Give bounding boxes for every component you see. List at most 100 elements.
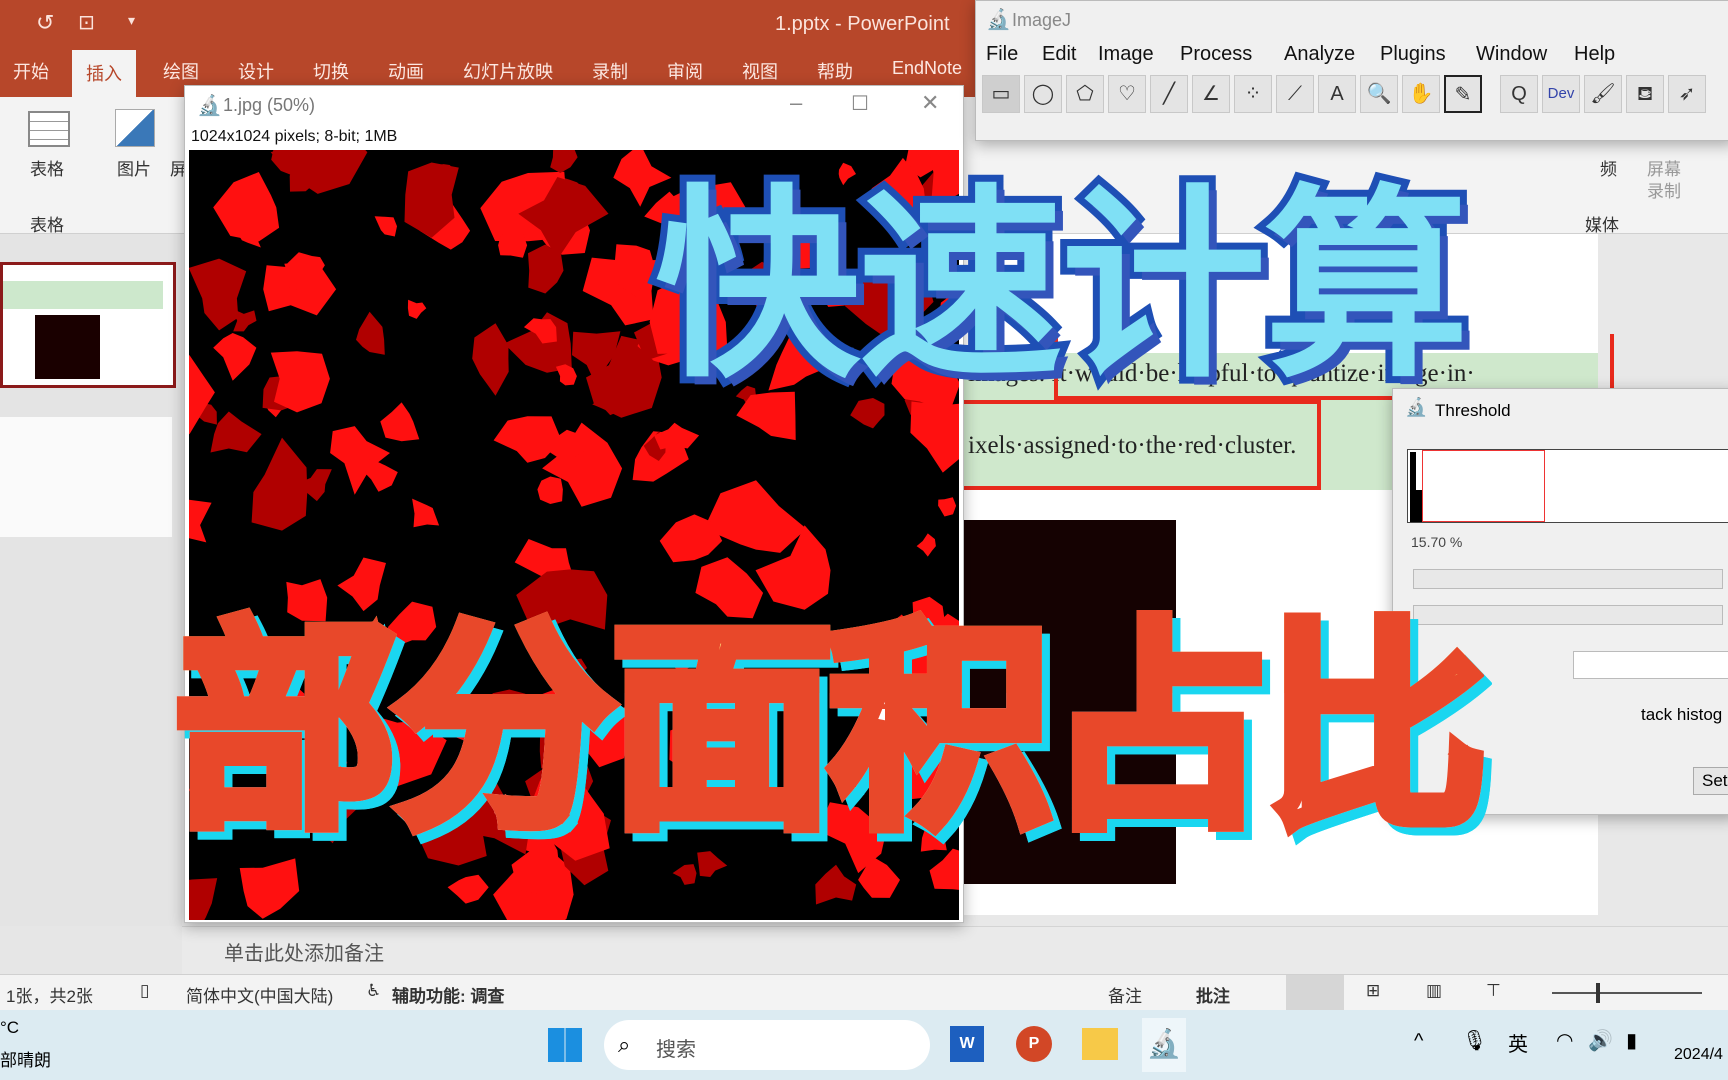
search-box[interactable]: ⌕ 搜索 — [604, 1020, 930, 1070]
slide-counter: 1张，共2张 — [6, 987, 93, 1006]
menu-image[interactable]: Image — [1098, 43, 1154, 66]
language-indicator[interactable]: 简体中文(中国大陆) — [186, 982, 333, 1007]
accessibility-status[interactable]: 辅助功能: 调查 — [392, 982, 504, 1007]
overlay-title-2: 部分面积占比 — [169, 548, 1493, 870]
tab-slideshow[interactable]: 幻灯片放映 — [463, 58, 553, 84]
freehand-tool-icon[interactable]: ♡ — [1108, 75, 1146, 113]
tab-record[interactable]: 录制 — [592, 58, 628, 84]
tab-design[interactable]: 设计 — [238, 58, 274, 84]
polygon-tool-icon[interactable]: ⬠ — [1066, 75, 1104, 113]
tab-home[interactable]: 开始 — [13, 58, 49, 84]
video-button-partial[interactable]: 频 — [1600, 155, 1617, 180]
tab-view[interactable]: 视图 — [742, 58, 778, 84]
zoom-tool-icon[interactable]: Q — [1500, 75, 1538, 113]
imagej-taskbar-icon[interactable]: 🔬 — [1142, 1018, 1186, 1072]
slide-thumbnail-2[interactable] — [0, 417, 172, 537]
brush-tool-icon[interactable]: 🖌 — [1584, 75, 1622, 113]
wifi-icon[interactable]: ◠ — [1556, 1028, 1573, 1053]
threshold-histogram — [1407, 449, 1728, 523]
imagej-title: ImageJ — [1012, 10, 1072, 30]
volume-icon[interactable]: 🔊 — [1588, 1028, 1613, 1053]
pencil-tool-icon[interactable]: ➶ — [1668, 75, 1706, 113]
flood-fill-tool-icon[interactable]: ⛾ — [1626, 75, 1664, 113]
minimize-button[interactable]: – — [790, 90, 802, 116]
dropper-tool-icon[interactable]: ✎ — [1444, 75, 1482, 113]
dev-tool-icon[interactable]: Dev — [1542, 75, 1580, 113]
show-hidden-icons[interactable]: ^ — [1414, 1030, 1423, 1053]
file-explorer-icon[interactable] — [1082, 1028, 1118, 1060]
menu-window[interactable]: Window — [1476, 43, 1547, 66]
line-tool-icon[interactable]: ╱ — [1150, 75, 1188, 113]
zoom-slider-thumb[interactable] — [1596, 983, 1600, 1003]
imagej-menubar: File Edit Image Process Analyze Plugins … — [976, 37, 1728, 71]
magnifier-tool-icon[interactable]: 🔍 — [1360, 75, 1398, 113]
tab-review[interactable]: 审阅 — [667, 58, 703, 84]
text-tool-icon[interactable]: A — [1318, 75, 1356, 113]
present-icon[interactable]: ⊡ — [78, 10, 95, 35]
notes-pane[interactable]: 单击此处添加备注 — [182, 926, 1728, 974]
search-placeholder: 搜索 — [656, 1039, 696, 1061]
screen-record-label: 录制 — [1647, 182, 1681, 201]
ime-indicator[interactable]: 英 — [1508, 1028, 1528, 1057]
status-bar: 1张，共2张 ▯ 简体中文(中国大陆) ♿ 辅助功能: 调查 备注 批注 ⊞ ▥… — [0, 974, 1728, 1011]
tab-draw[interactable]: 绘图 — [163, 58, 199, 84]
group-label-table: 表格 — [30, 216, 64, 235]
reading-view-icon[interactable]: ▥ — [1426, 981, 1442, 1001]
undo-icon[interactable]: ↺ — [36, 10, 54, 36]
zoom-slider[interactable] — [1552, 992, 1702, 994]
stack-histogram-checkbox[interactable]: tack histog — [1641, 705, 1722, 725]
start-icon[interactable] — [548, 1028, 582, 1062]
weather-desc[interactable]: 部晴朗 — [0, 1046, 51, 1071]
customize-qat-icon[interactable]: ▾ — [128, 12, 135, 29]
cell-blob — [270, 351, 330, 413]
taskbar: °C 部晴朗 ⌕ 搜索 W P 🔬 ^ 🎙 英 ◠ 🔊 ▮ 2024/4 — [0, 1010, 1728, 1080]
tab-endnote[interactable]: EndNote — [892, 58, 962, 79]
angle-tool-icon[interactable]: ∠ — [1192, 75, 1230, 113]
picture-button[interactable]: 图片 — [117, 155, 151, 180]
weather-temp[interactable]: °C — [0, 1018, 19, 1038]
overlay-title-1: 快速计算 — [648, 161, 1476, 413]
menu-process[interactable]: Process — [1180, 43, 1252, 66]
menu-analyze[interactable]: Analyze — [1284, 43, 1355, 66]
normal-view-button[interactable] — [1286, 975, 1344, 1011]
menu-edit[interactable]: Edit — [1042, 43, 1076, 66]
slideshow-icon[interactable]: ⊤ — [1486, 981, 1501, 1001]
wand-tool-icon[interactable]: ⟋ — [1276, 75, 1314, 113]
battery-icon[interactable]: ▮ — [1626, 1028, 1637, 1053]
table-icon[interactable] — [28, 111, 70, 147]
tab-animations[interactable]: 动画 — [388, 58, 424, 84]
hand-tool-icon[interactable]: ✋ — [1402, 75, 1440, 113]
imagej-icon: 🔬 — [197, 95, 222, 117]
menu-plugins[interactable]: Plugins — [1380, 43, 1446, 66]
tab-transitions[interactable]: 切换 — [313, 58, 349, 84]
method-dropdown[interactable] — [1573, 651, 1728, 679]
slide-thumbnail-panel — [0, 234, 182, 926]
powerpoint-icon[interactable]: P — [1016, 1026, 1052, 1062]
notes-button[interactable]: 备注 — [1108, 982, 1142, 1007]
maximize-button[interactable]: ☐ — [851, 91, 869, 116]
set-button[interactable]: Set — [1693, 767, 1728, 795]
picture-icon[interactable] — [115, 109, 155, 147]
slide-thumbnail-1[interactable] — [0, 262, 176, 388]
clock-date[interactable]: 2024/4 — [1674, 1046, 1723, 1064]
imagej-toolbar: ▭ ◯ ⬠ ♡ ╱ ∠ ⁘ ⟋ A 🔍 ✋ ✎ Q Dev 🖌 ⛾ ➶ — [978, 71, 1728, 117]
oval-tool-icon[interactable]: ◯ — [1024, 75, 1062, 113]
image-window-title: 1.jpg (50%) — [223, 95, 316, 115]
menu-help[interactable]: Help — [1574, 43, 1615, 66]
menu-file[interactable]: File — [986, 43, 1018, 66]
comments-button[interactable]: 批注 — [1196, 982, 1230, 1007]
microphone-icon[interactable]: 🎙 — [1462, 1028, 1487, 1053]
cell-blob — [498, 230, 528, 258]
window-title: 1.pptx - PowerPoint — [775, 13, 950, 35]
slide-sorter-icon[interactable]: ⊞ — [1366, 981, 1380, 1001]
close-button[interactable]: ✕ — [921, 90, 939, 116]
rectangle-tool-icon[interactable]: ▭ — [982, 75, 1020, 113]
table-button[interactable]: 表格 — [30, 155, 64, 180]
point-tool-icon[interactable]: ⁘ — [1234, 75, 1272, 113]
spellcheck-icon[interactable]: ▯ — [140, 981, 149, 1001]
tab-help[interactable]: 帮助 — [817, 58, 853, 84]
tab-insert[interactable]: 插入 — [72, 50, 136, 98]
word-icon[interactable]: W — [950, 1026, 984, 1062]
image-info: 1024x1024 pixels; 8-bit; 1MB — [191, 128, 398, 145]
search-icon: ⌕ — [618, 1032, 631, 1057]
